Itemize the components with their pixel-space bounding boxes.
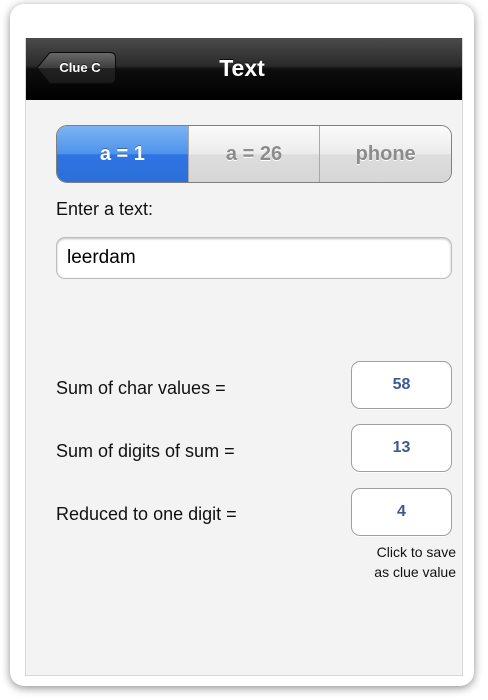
text-input[interactable] <box>56 237 452 279</box>
sum-char-values-button[interactable]: 58 <box>351 361 452 409</box>
sum-digits-button[interactable]: 13 <box>351 424 452 472</box>
segment-a-equals-26[interactable]: a = 26 <box>187 126 320 182</box>
reduced-digit-label: Reduced to one digit = <box>56 504 237 524</box>
save-hint-line-1: Click to save <box>376 544 456 560</box>
encoding-segmented-control: a = 1 a = 26 phone <box>56 125 452 183</box>
save-hint-line-2: as clue value <box>374 564 456 580</box>
segment-a-equals-1[interactable]: a = 1 <box>57 126 188 182</box>
segment-phone[interactable]: phone <box>319 126 451 182</box>
back-button-label: Clue C <box>59 60 101 75</box>
back-button[interactable]: Clue C <box>36 52 116 84</box>
sum-char-values-label: Sum of char values = <box>56 378 226 398</box>
page-title: Text <box>219 55 265 81</box>
enter-text-label: Enter a text: <box>56 199 154 219</box>
navigation-bar: Clue C Text <box>26 38 462 100</box>
app-screen: Clue C Text a = 1 a = 26 phone Enter a t… <box>25 38 463 676</box>
reduced-digit-button[interactable]: 4 <box>351 488 452 536</box>
sum-digits-label: Sum of digits of sum = <box>56 441 235 461</box>
save-hint-text: Click to save as clue value <box>326 542 456 582</box>
